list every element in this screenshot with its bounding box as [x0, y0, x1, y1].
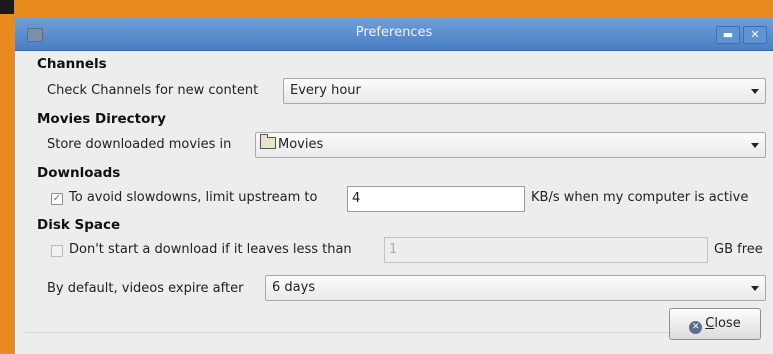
chevron-down-icon — [751, 89, 759, 94]
check-channels-label: Check Channels for new content — [47, 83, 259, 98]
movies-folder-combo[interactable]: Movies — [255, 132, 766, 158]
upstream-limit-input[interactable]: 4 — [347, 186, 525, 212]
downloads-heading: Downloads — [37, 165, 121, 181]
window-close-button[interactable]: ✕ — [743, 26, 767, 44]
preferences-window: Preferences ▬ ✕ Channels Check Channels … — [14, 18, 773, 354]
min-disk-space-suffix: GB free — [714, 242, 763, 257]
button-separator — [25, 332, 763, 333]
movies-directory-heading: Movies Directory — [37, 111, 166, 127]
video-expire-label: By default, videos expire after — [47, 281, 244, 296]
store-movies-label: Store downloaded movies in — [47, 137, 232, 152]
close-label: lose — [714, 316, 741, 331]
video-expire-combo[interactable]: 6 days — [265, 275, 766, 301]
movies-folder-value: Movies — [278, 137, 324, 152]
window-title: Preferences — [355, 25, 433, 40]
channels-heading: Channels — [37, 56, 107, 72]
check-channels-value: Every hour — [290, 83, 361, 98]
close-button[interactable]: ✕ Close — [669, 308, 761, 340]
minimize-button[interactable]: ▬ — [716, 26, 740, 44]
video-expire-value: 6 days — [272, 280, 316, 295]
close-icon: ✕ — [689, 321, 703, 334]
min-disk-space-label: Don't start a download if it leaves less… — [69, 242, 352, 257]
limit-upstream-label: To avoid slowdowns, limit upstream to — [69, 190, 318, 205]
limit-upstream-checkbox[interactable]: ✓ — [51, 193, 63, 205]
check-channels-combo[interactable]: Every hour — [283, 78, 766, 104]
disk-space-heading: Disk Space — [37, 217, 121, 233]
folder-icon — [260, 134, 276, 149]
min-disk-space-input[interactable]: 1 — [384, 237, 708, 263]
min-disk-space-checkbox[interactable] — [51, 245, 63, 257]
close-mnemonic: C — [705, 316, 715, 331]
chevron-down-icon — [751, 143, 759, 148]
chevron-down-icon — [751, 286, 759, 291]
upstream-limit-suffix: KB/s when my computer is active — [531, 190, 749, 205]
desktop-corner — [0, 0, 14, 14]
title-bar[interactable]: Preferences ▬ ✕ — [15, 18, 773, 51]
